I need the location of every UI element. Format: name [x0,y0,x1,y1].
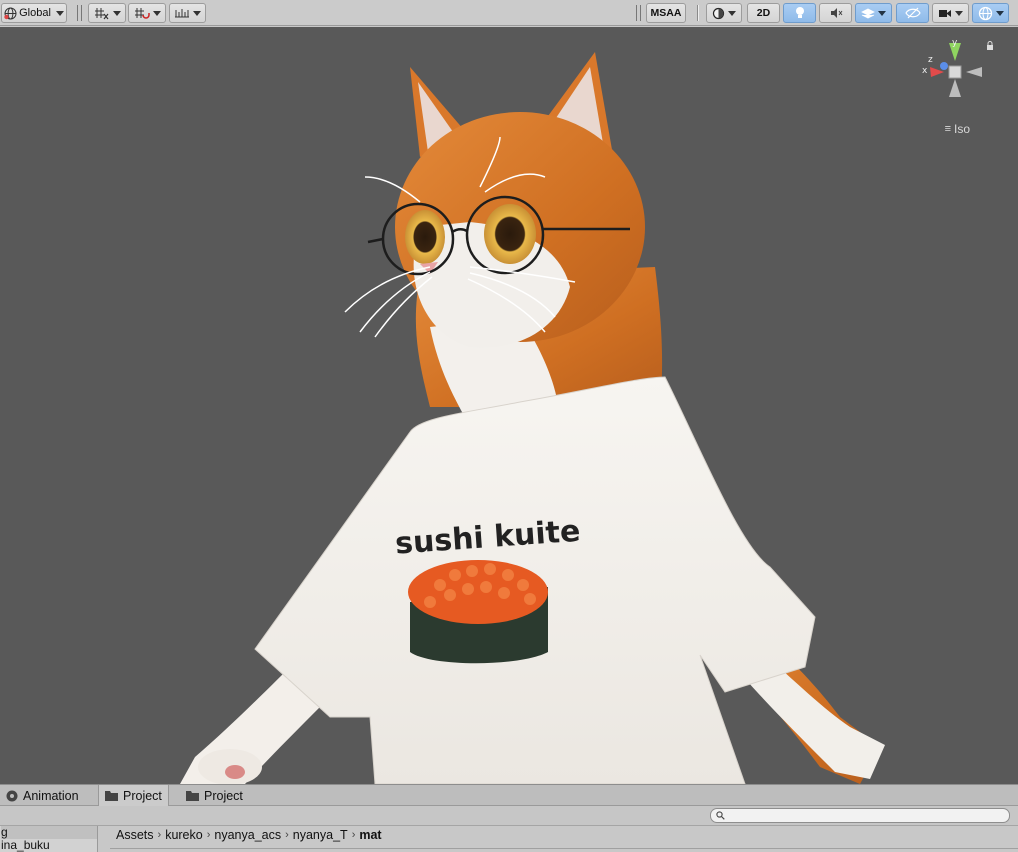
msaa-button[interactable]: MSAA [646,3,686,23]
lighting-toggle[interactable] [783,3,816,23]
project-search-input[interactable] [710,808,1010,823]
folder-icon [186,791,199,801]
lock-icon[interactable] [986,41,994,51]
pivot-rotation-dropdown[interactable]: Global [1,3,67,23]
toolbar-separator [697,5,699,21]
chevron-down-icon [152,10,161,16]
audio-toggle[interactable] [819,3,852,23]
shading-mode-icon [712,7,725,19]
cat-avatar-model[interactable]: sushi kuite [0,27,1018,784]
divider [110,848,1018,849]
project-toolbar [0,806,1018,826]
globe-icon [4,7,17,19]
mode-2d-label: 2D [756,7,771,19]
toolbar-separator [636,5,641,21]
ruler-button[interactable] [169,3,206,23]
breadcrumb-item[interactable]: kureko [161,828,207,842]
projection-toggle[interactable]: ≡ Iso [945,122,970,136]
tree-item[interactable]: ina_buku [1,839,97,852]
hidden-objects-icon [904,7,921,19]
folder-tree: g ina_buku [0,826,98,852]
scene-view[interactable]: sushi kuite y x z ≡ Iso [0,27,1018,784]
cat-head [395,52,663,427]
mode-2d-button[interactable]: 2D [747,3,780,23]
lighting-icon [795,7,804,18]
tab-animation[interactable]: Animation [0,785,85,806]
breadcrumb: Assets › kureko › nyanya_acs › nyanya_T … [112,828,386,842]
breadcrumb-item-current[interactable]: mat [355,828,385,842]
effects-icon [861,8,875,18]
svg-text:z: z [928,55,933,65]
grid-snap-button[interactable] [88,3,126,23]
chevron-down-icon [55,10,64,16]
gizmos-icon [978,6,992,20]
project-browser: g ina_buku Assets › kureko › nyanya_acs … [0,826,1018,852]
chevron-down-icon [112,10,121,16]
toolbar-separator [77,5,82,21]
increment-snap-button[interactable] [128,3,166,23]
animation-icon [6,790,18,801]
svg-text:x: x [922,66,928,76]
ruler-icon [175,9,189,18]
pivot-rotation-label: Global [19,7,51,19]
tab-project-active[interactable]: Project [98,785,169,806]
camera-dropdown[interactable] [932,3,969,23]
effects-dropdown[interactable] [855,3,892,23]
chevron-down-icon [995,10,1004,16]
msaa-label: MSAA [650,7,682,19]
camera-icon [939,9,951,17]
hidden-objects-toggle[interactable] [896,3,929,23]
folder-icon [105,791,118,801]
orientation-gizmo[interactable]: y x z [920,39,990,119]
svg-text:y: y [952,39,958,48]
grid-snap-icon [94,8,108,20]
projection-label: Iso [953,122,970,136]
chevron-down-icon [878,10,886,16]
breadcrumb-item[interactable]: nyanya_T [289,828,352,842]
chevron-down-icon [955,10,963,16]
breadcrumb-item[interactable]: Assets [112,828,158,842]
chevron-down-icon [193,10,201,16]
shading-mode-dropdown[interactable] [706,3,742,23]
scene-toolbar: Global MSAA 2D [0,0,1018,26]
bottom-tab-bar: Animation Project Project [0,784,1018,806]
increment-snap-icon [134,8,150,19]
breadcrumb-item[interactable]: nyanya_acs [210,828,285,842]
audio-icon [830,8,842,18]
tab-project[interactable]: Project [180,785,249,806]
chevron-down-icon [728,10,736,16]
menu-icon: ≡ [944,123,951,135]
tshirt: sushi kuite [254,376,816,784]
search-icon [716,811,725,820]
gizmos-dropdown[interactable] [972,3,1009,23]
